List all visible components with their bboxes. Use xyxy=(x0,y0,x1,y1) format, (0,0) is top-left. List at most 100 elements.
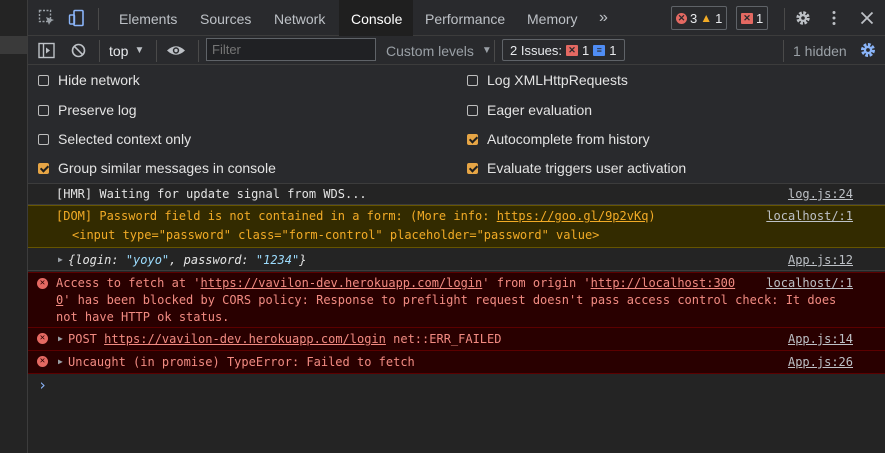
console-message-error-post[interactable]: ✕ ▶ POST https://vavilon-dev.herokuapp.c… xyxy=(28,328,885,351)
console-settings-gear-icon[interactable] xyxy=(859,41,877,59)
eye-icon[interactable] xyxy=(166,42,186,59)
eager-evaluation-checkbox[interactable] xyxy=(467,104,478,116)
object-preview: {login: "yoyo", password: "1234"} xyxy=(68,253,307,267)
console-prompt-area[interactable]: › xyxy=(28,374,885,453)
expand-triangle-icon[interactable]: ▶ xyxy=(58,334,63,343)
tab-elements[interactable]: Elements xyxy=(107,0,189,36)
warning-element-snippet[interactable]: <input type="password" class="form-contr… xyxy=(72,228,599,242)
toolbar-separator xyxy=(783,40,784,62)
tab-bar: Elements Sources Network Console Perform… xyxy=(28,0,885,36)
evaluate-triggers-option[interactable]: Evaluate triggers user activation xyxy=(467,158,686,178)
hide-network-option[interactable]: Hide network xyxy=(38,70,140,90)
error-text-part: Access to fetch at ' xyxy=(56,276,201,290)
console-message-error-cors: ✕ Access to fetch at 'https://vavilon-de… xyxy=(28,272,885,328)
issues-count: 1 xyxy=(756,10,764,26)
log-xmlhttprequests-checkbox[interactable] xyxy=(467,74,478,86)
left-gutter xyxy=(0,0,28,453)
log-xmlhttprequests-label: Log XMLHttpRequests xyxy=(487,72,628,88)
group-similar-label: Group similar messages in console xyxy=(58,160,276,176)
tab-network[interactable]: Network xyxy=(262,0,337,36)
filter-input[interactable] xyxy=(206,38,376,61)
more-info-link[interactable]: https://goo.gl/9p2vKq xyxy=(497,209,649,223)
post-error-text: POST https://vavilon-dev.herokuapp.com/l… xyxy=(68,332,501,346)
eager-evaluation-option[interactable]: Eager evaluation xyxy=(467,100,592,120)
hidden-count: 1 hidden xyxy=(793,42,847,59)
error-text-part: ' has been blocked by CORS policy: Respo… xyxy=(63,293,837,307)
close-icon[interactable] xyxy=(858,9,876,27)
issues-count-badge[interactable]: ✕ 1 xyxy=(736,6,769,30)
message-source-link[interactable]: App.js:14 xyxy=(788,332,853,346)
console-message-error-uncaught[interactable]: ✕ ▶ Uncaught (in promise) TypeError: Fai… xyxy=(28,351,885,374)
toolbar-separator xyxy=(198,40,199,62)
log-levels-dropdown[interactable]: Custom levels ▼ xyxy=(386,36,492,65)
selected-context-only-checkbox[interactable] xyxy=(38,133,49,145)
chevron-down-icon: ▼ xyxy=(134,45,145,56)
issues-label: 2 Issues: xyxy=(510,42,563,58)
console-counts-badge[interactable]: ✕ 3 ▲ 1 xyxy=(671,6,728,30)
request-url-link[interactable]: https://vavilon-dev.herokuapp.com/login xyxy=(104,332,386,346)
evaluate-triggers-checkbox[interactable] xyxy=(467,162,478,174)
selected-context-only-option[interactable]: Selected context only xyxy=(38,129,191,149)
console-settings-pane: Hide network Preserve log Selected conte… xyxy=(28,65,885,184)
issues-error-count: 1 xyxy=(582,42,590,58)
cors-error-line3: not have HTTP ok status. xyxy=(56,310,230,324)
toolbar-separator xyxy=(156,40,157,62)
origin-url-link[interactable]: http://localhost:300 xyxy=(591,276,736,290)
chevron-down-icon: ▼ xyxy=(481,45,492,56)
warning-icon: ▲ xyxy=(700,11,713,25)
preserve-log-label: Preserve log xyxy=(58,102,137,118)
error-text-part: net::ERR_FAILED xyxy=(385,332,502,346)
eager-evaluation-label: Eager evaluation xyxy=(487,102,593,118)
autocomplete-history-checkbox[interactable] xyxy=(467,133,478,145)
expand-triangle-icon[interactable]: ▶ xyxy=(58,255,63,264)
tab-performance[interactable]: Performance xyxy=(413,0,517,36)
hide-network-checkbox[interactable] xyxy=(38,74,49,86)
tab-console[interactable]: Console xyxy=(339,0,413,36)
tab-sources[interactable]: Sources xyxy=(188,0,263,36)
sidebar-toggle-icon[interactable] xyxy=(38,42,55,59)
tab-memory[interactable]: Memory xyxy=(515,0,590,36)
toolbar-separator xyxy=(494,40,495,62)
cors-error-line2: 0' has been blocked by CORS policy: Resp… xyxy=(56,293,836,307)
toolbar-separator xyxy=(99,40,100,62)
group-similar-option[interactable]: Group similar messages in console xyxy=(38,158,276,178)
object-value: "yoyo" xyxy=(125,253,170,267)
error-circle-icon: ✕ xyxy=(37,333,48,344)
message-source-link[interactable]: App.js:26 xyxy=(788,355,853,369)
message-source-link[interactable]: localhost/:1 xyxy=(760,276,853,290)
preserve-log-option[interactable]: Preserve log xyxy=(38,100,137,120)
inspect-element-icon[interactable] xyxy=(38,9,56,27)
log-levels-label: Custom levels xyxy=(386,42,474,59)
more-options-icon[interactable] xyxy=(825,9,843,27)
log-xmlhttprequests-option[interactable]: Log XMLHttpRequests xyxy=(467,70,628,90)
warning-text-part: ) xyxy=(648,209,656,223)
hide-network-label: Hide network xyxy=(58,72,140,88)
device-toolbar-icon[interactable] xyxy=(68,9,86,27)
settings-gear-icon[interactable] xyxy=(794,9,812,27)
message-source-link[interactable]: localhost/:1 xyxy=(766,209,853,223)
context-selector[interactable]: top ▼ xyxy=(109,36,144,65)
evaluate-triggers-label: Evaluate triggers user activation xyxy=(487,160,687,176)
issues-info-count: 1 xyxy=(609,42,617,58)
autocomplete-history-option[interactable]: Autocomplete from history xyxy=(467,129,650,149)
clear-console-icon[interactable] xyxy=(70,42,87,59)
issues-button[interactable]: 2 Issues: ✕ 1 ≡ 1 xyxy=(502,39,625,61)
object-key: password xyxy=(183,253,242,267)
error-text-part: ' from origin ' xyxy=(482,276,591,290)
object-brace: } xyxy=(299,253,307,267)
prompt-chevron-icon: › xyxy=(38,376,48,394)
more-tabs-button[interactable]: » xyxy=(587,0,620,36)
console-message-object[interactable]: ▶ {login: "yoyo", password: "1234"} App.… xyxy=(28,249,885,271)
preserve-log-checkbox[interactable] xyxy=(38,104,49,116)
selected-context-only-label: Selected context only xyxy=(58,131,192,147)
cors-error-line1: Access to fetch at 'https://vavilon-dev.… xyxy=(56,276,735,290)
message-source-link[interactable]: App.js:12 xyxy=(788,253,853,267)
gutter-selection xyxy=(0,36,27,54)
console-toolbar: top ▼ Custom levels ▼ 2 Issues: ✕ 1 ≡ 1 … xyxy=(28,36,885,65)
console-messages: [HMR] Waiting for update signal from WDS… xyxy=(28,184,885,453)
message-source-link[interactable]: log.js:24 xyxy=(788,187,853,201)
expand-triangle-icon[interactable]: ▶ xyxy=(58,357,63,366)
group-similar-checkbox[interactable] xyxy=(38,162,49,174)
object-value: "1234" xyxy=(255,253,300,267)
fetch-url-link[interactable]: https://vavilon-dev.herokuapp.com/login xyxy=(201,276,483,290)
